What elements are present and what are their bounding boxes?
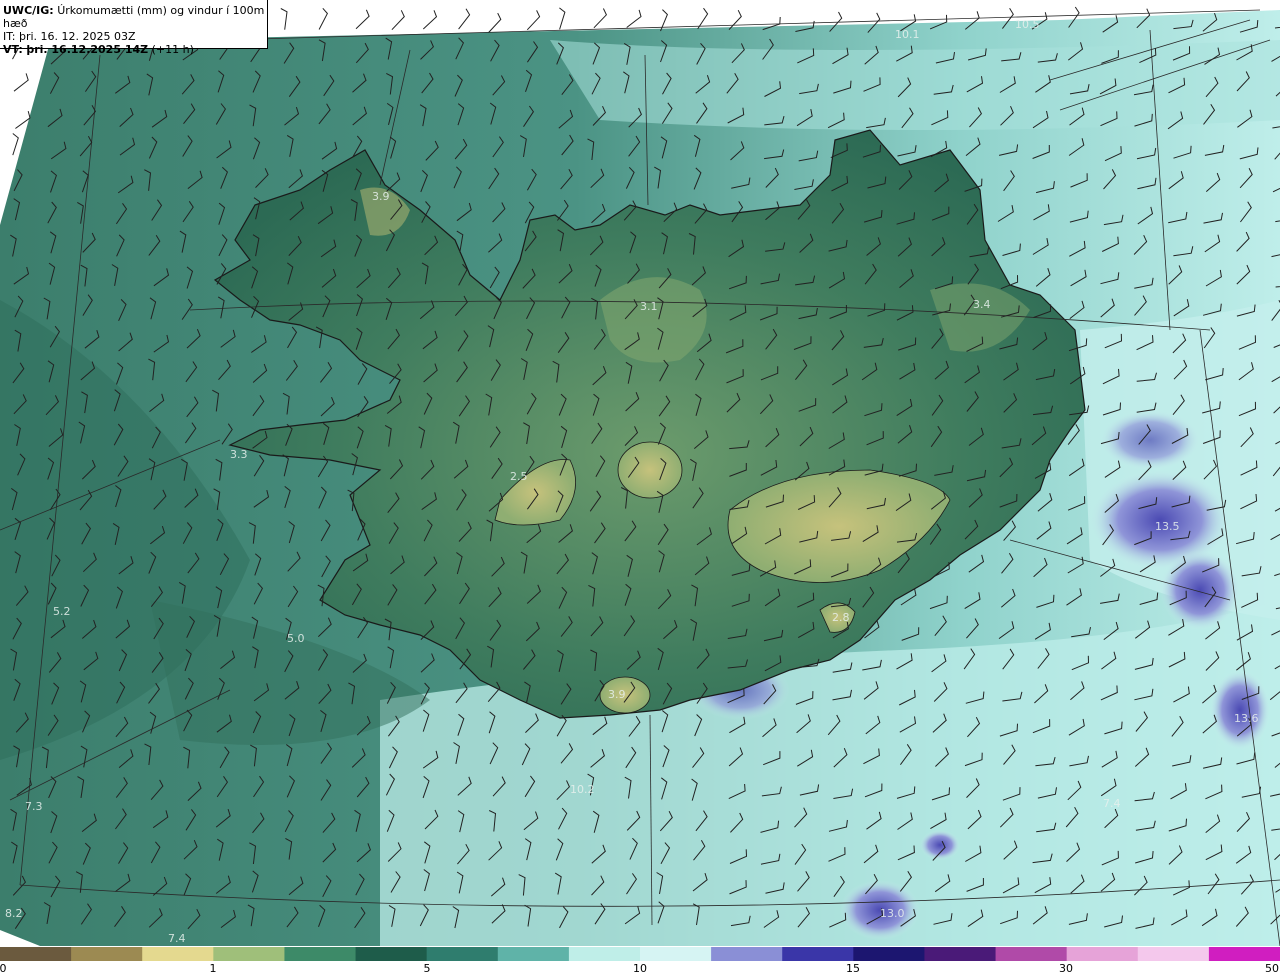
valid-prefix: VT:	[3, 43, 23, 56]
value-label: 2.5	[510, 470, 528, 483]
colorbar-swatch	[853, 947, 926, 961]
colorbar-swatch	[711, 947, 783, 961]
colorbar-swatch	[497, 947, 570, 961]
colorbar-swatch	[213, 947, 286, 961]
colorbar-tick-label: 15	[846, 962, 860, 975]
value-label: 10.2	[570, 783, 595, 796]
colorbar-swatch	[1208, 947, 1280, 961]
value-label: 3.3	[230, 448, 248, 461]
value-label: 7.4	[168, 932, 186, 945]
value-label: 7.3	[25, 800, 43, 813]
colorbar	[0, 947, 1280, 961]
value-label: 10.5	[1015, 18, 1040, 31]
value-label: 7.4	[1103, 797, 1121, 810]
colorbar-swatch	[1137, 947, 1210, 961]
colorbar-swatch	[71, 947, 143, 961]
value-label: 5.2	[53, 605, 71, 618]
model-name: UWC/IG:	[3, 4, 54, 17]
initial-time: IT: þri. 16. 12. 2025 03Z	[3, 30, 136, 43]
colorbar-swatch	[355, 947, 428, 961]
colorbar-tick-label: 30	[1059, 962, 1073, 975]
colorbar-swatch	[426, 947, 499, 961]
title-box: UWC/IG: Úrkomumætti (mm) og vindur í 100…	[0, 0, 268, 56]
colorbar-swatch	[0, 947, 72, 961]
value-label: 8.2	[5, 907, 23, 920]
valid-offset: (+11 h)	[151, 43, 194, 56]
value-label: 5.0	[287, 632, 305, 645]
colorbar-tick-label: 50	[1265, 962, 1279, 975]
colorbar-swatch	[568, 947, 641, 961]
colorbar-swatch	[142, 947, 214, 961]
colorbar-tick-label: 5	[423, 962, 431, 975]
valid-time: þri. 16.12.2025 14Z	[26, 43, 149, 56]
map-panel: UWC/IG: Úrkomumætti (mm) og vindur í 100…	[0, 0, 1280, 946]
colorbar-swatch	[1066, 947, 1139, 961]
value-label: 3.1	[640, 300, 658, 313]
colorbar-tick-label: 1	[209, 962, 217, 975]
precip-wind-map	[0, 0, 1280, 946]
colorbar-swatch	[640, 947, 712, 961]
colorbar-tick-label: 0	[0, 962, 7, 975]
value-label: 3.9	[608, 688, 626, 701]
colorbar-swatch	[284, 947, 357, 961]
value-label: 10.1	[895, 28, 920, 41]
value-label: 3.9	[372, 190, 390, 203]
value-label: 3.4	[973, 298, 991, 311]
value-label: 13.5	[1155, 520, 1180, 533]
colorbar-swatch	[995, 947, 1068, 961]
colorbar-tick-label: 10	[633, 962, 647, 975]
colorbar-swatch	[924, 947, 997, 961]
value-label: 13.6	[1234, 712, 1259, 725]
value-label: 2.8	[832, 611, 850, 624]
colorbar-swatch	[782, 947, 854, 961]
value-label: 13.0	[880, 907, 905, 920]
